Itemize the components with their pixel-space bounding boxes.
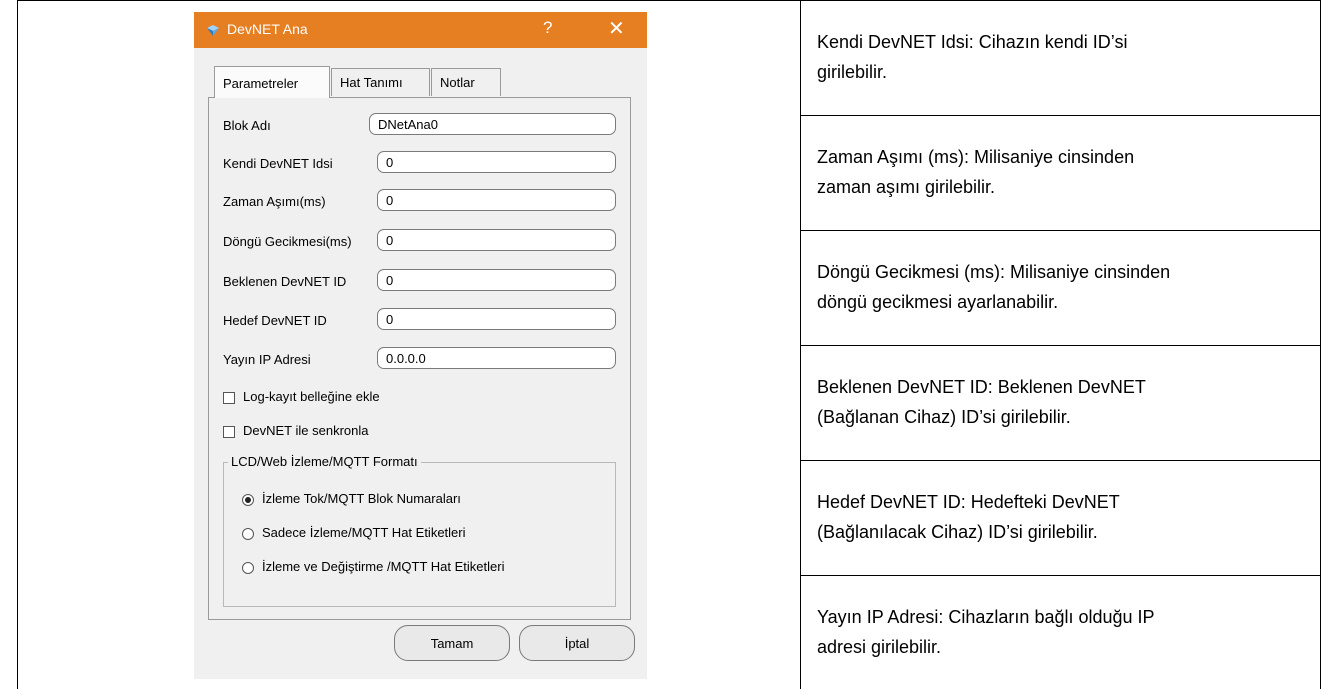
format-radio-izleme-degistirme[interactable]	[242, 562, 254, 574]
app-icon	[207, 25, 219, 36]
field-label-dongu-gecikmesi: Döngü Gecikmesi(ms)	[223, 234, 352, 249]
senkron-checkbox-label: DevNET ile senkronla	[243, 423, 369, 438]
description-zaman-asimi: Zaman Aşımı (ms): Milisaniye cinsinden z…	[817, 142, 1312, 202]
field-label-beklenen-devnet-id: Beklenen DevNET ID	[223, 274, 347, 289]
field-label-yayin-ip-adresi: Yayın IP Adresi	[223, 352, 311, 367]
log-checkbox-label: Log-kayıt belleğine ekle	[243, 389, 380, 404]
close-button[interactable]: ✕	[608, 16, 625, 41]
format-radio-sadece-izleme[interactable]	[242, 528, 254, 540]
row-divider	[800, 460, 1321, 461]
description-line: Yayın IP Adresi: Cihazların bağlı olduğu…	[817, 607, 1155, 627]
description-line: Döngü Gecikmesi (ms): Milisaniye cinsind…	[817, 262, 1171, 282]
description-line: (Bağlanılacak Cihaz) ID’si girilebilir.	[817, 522, 1098, 542]
help-button[interactable]: ?	[543, 18, 552, 38]
description-line: Hedef DevNET ID: Hedefteki DevNET	[817, 492, 1120, 512]
format-radio-label: İzleme Tok/MQTT Blok Numaraları	[262, 491, 461, 506]
dialog-title: DevNET Ana	[227, 21, 308, 37]
format-group-title: LCD/Web İzleme/MQTT Formatı	[228, 454, 421, 469]
description-line: girilebilir.	[817, 62, 888, 82]
table-top-border	[17, 0, 1321, 1]
format-radio-blok-numaralari[interactable]	[242, 494, 254, 506]
tab-notlar[interactable]: Notlar	[431, 68, 501, 96]
row-divider	[800, 230, 1321, 231]
description-line: döngü gecikmesi ayarlanabilir.	[817, 292, 1059, 312]
kendi-devnet-idsi-input[interactable]: 0	[377, 151, 616, 173]
blok-adi-input[interactable]: DNetAna0	[369, 113, 616, 135]
description-hedef-devnet-id: Hedef DevNET ID: Hedefteki DevNET (Bağla…	[817, 487, 1312, 547]
devnet-dialog: DevNET Ana ? ✕ Parametreler Hat Tanımı N…	[194, 12, 647, 679]
format-radio-label: Sadece İzleme/MQTT Hat Etiketleri	[262, 525, 466, 540]
description-yayin-ip-adresi: Yayın IP Adresi: Cihazların bağlı olduğu…	[817, 602, 1312, 662]
description-kendi-devnet-idsi: Kendi DevNET Idsi: Cihazın kendi ID’si g…	[817, 27, 1312, 87]
beklenen-devnet-id-input[interactable]: 0	[377, 269, 616, 291]
description-line: Kendi DevNET Idsi: Cihazın kendi ID’si	[817, 32, 1128, 52]
senkron-checkbox[interactable]	[223, 426, 235, 438]
description-dongu-gecikmesi: Döngü Gecikmesi (ms): Milisaniye cinsind…	[817, 257, 1312, 317]
field-label-kendi-devnet-idsi: Kendi DevNET Idsi	[223, 156, 333, 171]
yayin-ip-adresi-input[interactable]: 0.0.0.0	[377, 347, 616, 369]
row-divider	[800, 345, 1321, 346]
field-label-blok-adi: Blok Adı	[223, 118, 271, 133]
ok-button[interactable]: Tamam	[394, 625, 510, 661]
tab-hat-tanimi[interactable]: Hat Tanımı	[331, 68, 430, 96]
table-left-border	[17, 0, 18, 689]
description-line: Zaman Aşımı (ms): Milisaniye cinsinden	[817, 147, 1135, 167]
description-line: adresi girilebilir.	[817, 637, 942, 657]
field-label-hedef-devnet-id: Hedef DevNET ID	[223, 313, 327, 328]
field-label-zaman-asimi: Zaman Aşımı(ms)	[223, 194, 326, 209]
dialog-titlebar[interactable]: DevNET Ana ? ✕	[194, 12, 647, 48]
description-beklenen-devnet-id: Beklenen DevNET ID: Beklenen DevNET (Bağ…	[817, 372, 1312, 432]
row-divider	[800, 575, 1321, 576]
description-line: (Bağlanan Cihaz) ID’si girilebilir.	[817, 407, 1071, 427]
row-divider	[800, 115, 1321, 116]
hedef-devnet-id-input[interactable]: 0	[377, 308, 616, 330]
dongu-gecikmesi-input[interactable]: 0	[377, 229, 616, 251]
cancel-button[interactable]: İptal	[519, 625, 635, 661]
description-line: Beklenen DevNET ID: Beklenen DevNET	[817, 377, 1146, 397]
description-line: zaman aşımı girilebilir.	[817, 177, 996, 197]
log-checkbox[interactable]	[223, 392, 235, 404]
tab-parametreler[interactable]: Parametreler	[214, 66, 330, 98]
format-radio-label: İzleme ve Değiştirme /MQTT Hat Etiketler…	[262, 559, 505, 574]
zaman-asimi-input[interactable]: 0	[377, 189, 616, 211]
